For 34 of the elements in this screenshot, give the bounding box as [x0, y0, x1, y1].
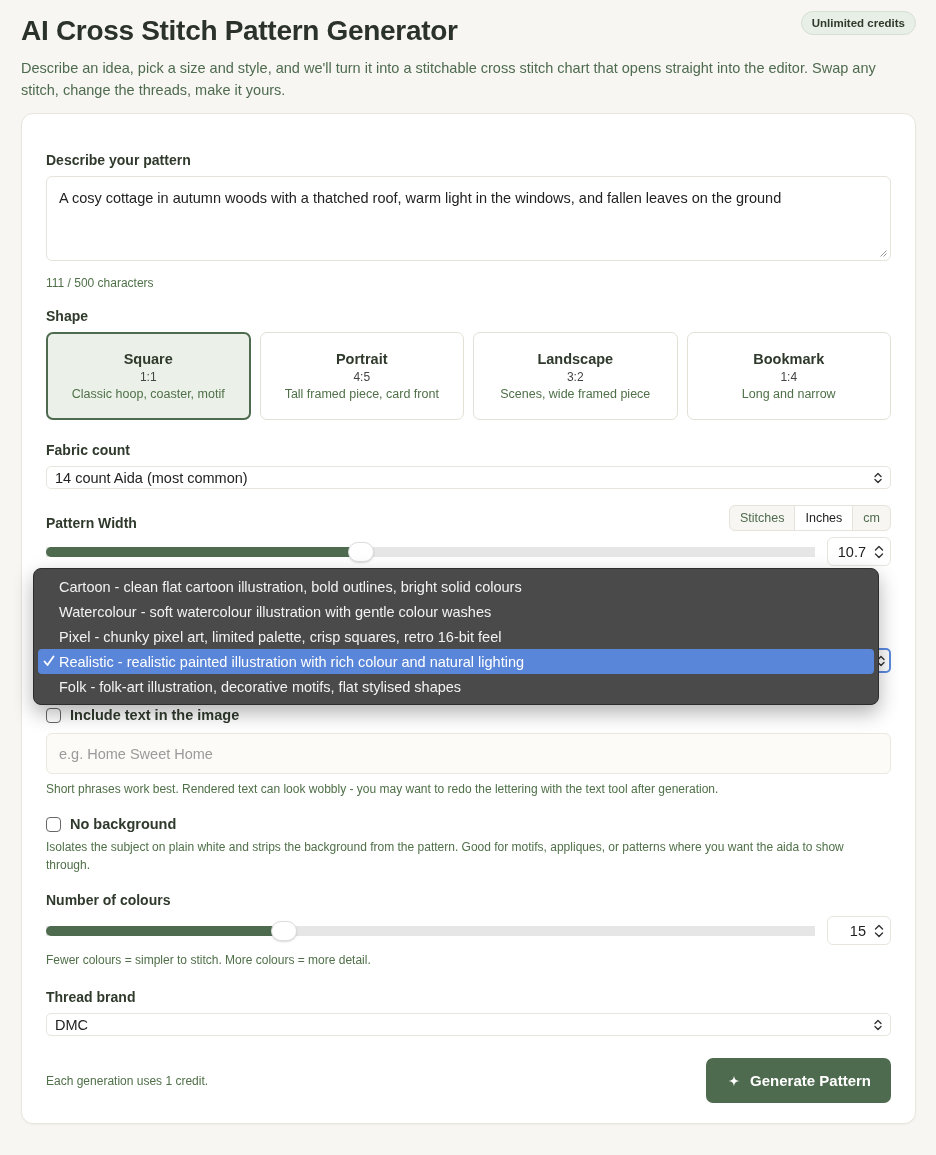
- field-label: Pattern Width: [46, 515, 137, 531]
- shape-option[interactable]: Square 1:1 Classic hoop, coaster, motif: [46, 332, 251, 420]
- unit-option[interactable]: Stitches: [730, 506, 795, 530]
- menu-option[interactable]: Realistic - realistic painted illustration with rich colour and natural lighting: [38, 649, 874, 674]
- field-label: Number of colours: [46, 892, 172, 908]
- menu-option[interactable]: Watercolour - soft watercolour illustration with gentle colour washes: [38, 599, 874, 624]
- hint-text: Fewer colours = simpler to stitch. More colours = more detail.: [46, 952, 372, 969]
- shape-option[interactable]: Landscape 3:2 Scenes, wide framed piece: [473, 332, 678, 420]
- fabric-select[interactable]: 14 count Aida (most common): [46, 466, 891, 489]
- field-label: Thread brand: [46, 989, 137, 1005]
- menu-option[interactable]: Folk - folk-art illustration, decorative motifs, flat stylised shapes: [38, 674, 874, 699]
- menu-option[interactable]: Pixel - chunky pixel art, limited palette, crisp squares, retro 16-bit feel: [38, 624, 874, 649]
- checkbox-label: No background: [70, 816, 177, 832]
- unit-option[interactable]: Inches: [794, 506, 853, 530]
- field-label: Describe your pattern: [46, 152, 192, 168]
- checkbox-label: Include text in the image: [70, 707, 240, 723]
- shape-option[interactable]: Bookmark 1:4 Long and narrow: [686, 332, 891, 420]
- number-field[interactable]: 15: [827, 916, 891, 945]
- menu-option[interactable]: Cartoon - clean flat cartoon illustration, bold outlines, bright solid colours: [38, 574, 874, 599]
- thread-select[interactable]: DMC: [46, 1013, 891, 1036]
- shape-option[interactable]: Portrait 4:5 Tall framed piece, card front: [259, 332, 464, 420]
- character-counter: 111 / 500 characters: [46, 275, 155, 292]
- field-label: Shape: [46, 308, 89, 324]
- credits-badge: Unlimited credits: [800, 11, 916, 35]
- hint-text: Short phrases work best. Rendered text can look wobbly - you may want to redo the lettering with the text tool after generation.: [46, 781, 720, 798]
- generate-button[interactable]: Generate Pattern: [706, 1058, 891, 1103]
- description-field[interactable]: A cosy cottage in autumn woods with a thatched roof, warm light in the windows, and fallen leaves on the ground: [46, 176, 891, 261]
- intro-text: Describe an idea, pick a size and style, and we'll turn it into a stitchable cross stitch chart that opens straight into the editor. Swap any stitch, change the threads, make it yours.: [21, 59, 877, 100]
- hint-text: Isolates the subject on plain white and strips the background from the pattern. Good for motifs, appliques, or patterns where you want the aida to show through.: [46, 839, 845, 874]
- unit-option[interactable]: cm: [852, 506, 890, 530]
- field-label: Fabric count: [46, 442, 131, 458]
- credit-note: Each generation uses 1 credit.: [46, 1072, 209, 1090]
- page-title: AI Cross Stitch Pattern Generator: [21, 14, 458, 48]
- number-field[interactable]: 10.7: [827, 537, 891, 566]
